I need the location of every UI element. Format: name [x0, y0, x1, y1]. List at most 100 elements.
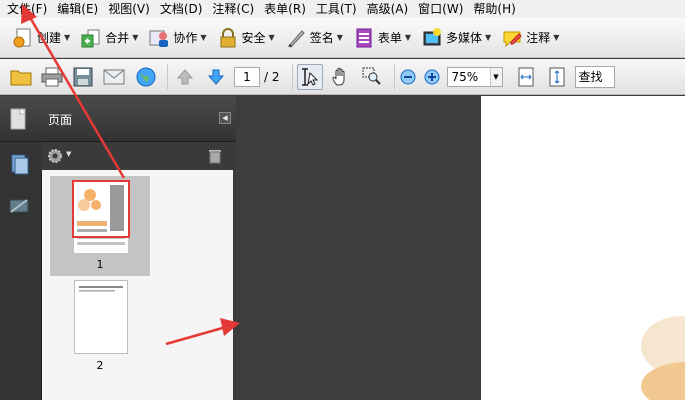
- collaborate-button[interactable]: 协作 ▼: [144, 23, 210, 53]
- combine-icon: [80, 27, 102, 49]
- menu-file[interactable]: 文件(F): [4, 1, 50, 17]
- email-button[interactable]: [101, 64, 127, 90]
- text-cursor-icon: [301, 67, 318, 86]
- navigation-strip: [0, 142, 41, 400]
- fit-page-button[interactable]: [544, 64, 570, 90]
- menu-edit[interactable]: 编辑(E): [54, 1, 101, 17]
- chevron-down-icon: ▼: [132, 33, 139, 42]
- zoom-select[interactable]: 75% ▼: [446, 66, 503, 87]
- zoom-out-button[interactable]: [399, 64, 417, 90]
- chevron-down-icon[interactable]: ▼: [489, 67, 502, 86]
- menu-tools[interactable]: 工具(T): [313, 1, 360, 17]
- combine-button[interactable]: 合并 ▼: [76, 23, 142, 53]
- combine-label: 合并: [105, 31, 130, 45]
- find-input[interactable]: 查找: [574, 65, 615, 88]
- chevron-down-icon: ▼: [485, 33, 492, 42]
- secure-label: 安全: [241, 31, 266, 45]
- hand-tool-button[interactable]: [328, 64, 354, 90]
- fit-page-icon: [549, 67, 564, 86]
- toolbar-divider: [167, 63, 168, 90]
- menu-forms[interactable]: 表单(R): [261, 1, 309, 17]
- tasks-toolbar: 创建 ▼ 合并 ▼ 协作 ▼ 安全 ▼ 签名 ▼ 表单 ▼ 多媒体 ▼ 注释 ▼: [0, 18, 685, 58]
- chevron-down-icon: ▼: [404, 33, 412, 42]
- comment-button[interactable]: 注释 ▼: [497, 23, 563, 53]
- lock-icon: [217, 27, 239, 49]
- previous-page-button[interactable]: [172, 64, 198, 90]
- menu-view[interactable]: 视图(V): [105, 1, 153, 17]
- toolbar-divider: [393, 63, 395, 90]
- next-page-button[interactable]: [203, 64, 229, 90]
- menu-bar: 文件(F) 编辑(E) 视图(V) 文档(D) 注释(C) 表单(R) 工具(T…: [0, 0, 685, 18]
- fit-width-button[interactable]: [513, 64, 539, 90]
- gear-icon[interactable]: [47, 148, 63, 164]
- fit-width-icon: [518, 67, 533, 86]
- thumbnail-1-label: 1: [96, 258, 104, 271]
- print-button[interactable]: [39, 64, 65, 90]
- floppy-disk-icon: [73, 67, 93, 86]
- page-image: [641, 316, 685, 400]
- multimedia-label: 多媒体: [446, 31, 483, 45]
- menu-document[interactable]: 文档(D): [157, 1, 206, 17]
- create-label: 创建: [37, 31, 62, 45]
- multimedia-button[interactable]: 多媒体 ▼: [417, 23, 495, 53]
- open-button[interactable]: [8, 64, 34, 90]
- zoom-marquee-icon: [362, 67, 381, 85]
- chevron-down-icon: ▼: [553, 33, 560, 42]
- pages-panel-title: 页面: [48, 113, 73, 127]
- pages-nav-icon[interactable]: [7, 152, 31, 176]
- menu-advanced[interactable]: 高级(A): [364, 1, 412, 17]
- comment-label: 注释: [526, 31, 551, 45]
- chevron-down-icon: ▼: [336, 33, 343, 42]
- film-icon: [421, 27, 443, 49]
- forms-label: 表单: [377, 31, 402, 45]
- collaborate-icon: [148, 27, 170, 49]
- marquee-zoom-button[interactable]: [359, 64, 385, 90]
- printer-icon: [41, 67, 63, 86]
- page-count: / 2: [264, 69, 280, 84]
- arrow-up-icon: [176, 68, 194, 84]
- signatures-nav-icon[interactable]: [7, 194, 31, 218]
- menu-window[interactable]: 窗口(W): [415, 1, 466, 17]
- thumbnail-1-preview: [74, 181, 128, 253]
- create-pdf-icon: [12, 27, 34, 49]
- zoom-in-button[interactable]: [423, 64, 441, 90]
- forms-icon: [353, 27, 375, 49]
- page-number-input[interactable]: 1: [234, 66, 260, 87]
- hand-icon: [331, 67, 344, 85]
- select-tool-button[interactable]: [296, 63, 323, 90]
- page-thumbnail-1[interactable]: [74, 181, 128, 253]
- envelope-icon: [103, 69, 125, 84]
- toolbar-divider: [291, 63, 293, 90]
- create-button[interactable]: 创建 ▼: [8, 23, 74, 53]
- collaborate-label: 协作: [173, 31, 198, 45]
- pages-panel-header: 页面 ◀: [0, 96, 236, 142]
- menu-help[interactable]: 帮助(H): [470, 1, 518, 17]
- save-button[interactable]: [70, 64, 96, 90]
- web-button[interactable]: [132, 64, 158, 90]
- page-thumbnail-2[interactable]: [74, 280, 128, 354]
- pages-panel: 页面 ◀ ▼ 1 2: [0, 96, 236, 400]
- secure-button[interactable]: 安全 ▼: [213, 23, 279, 53]
- chevron-down-icon: ▼: [200, 33, 207, 42]
- sign-button[interactable]: 签名 ▼: [281, 23, 347, 53]
- thumbnail-2-preview: [79, 286, 123, 292]
- sign-label: 签名: [309, 31, 334, 45]
- chevron-down-icon: ▼: [268, 33, 275, 42]
- menu-comments[interactable]: 注释(C): [209, 1, 257, 17]
- comment-icon: [501, 27, 523, 49]
- globe-icon: [136, 67, 156, 86]
- forms-button[interactable]: 表单 ▼: [349, 23, 415, 53]
- page-thumbnails: 1 2: [41, 170, 233, 400]
- zoom-value: 75%: [451, 69, 479, 84]
- folder-icon: [10, 70, 32, 85]
- navigation-toolbar: 1 / 2 75% ▼ 查找: [0, 59, 685, 95]
- arrow-down-icon: [207, 69, 225, 85]
- chevron-down-icon[interactable]: ▼: [66, 150, 71, 158]
- trash-icon[interactable]: [208, 148, 222, 164]
- pages-panel-toolbar: ▼: [41, 142, 236, 170]
- chevron-down-icon: ▼: [64, 33, 71, 42]
- document-page: [481, 96, 685, 400]
- minus-icon: [400, 69, 415, 84]
- pen-icon: [285, 27, 307, 49]
- collapse-panel-button[interactable]: ◀: [219, 112, 231, 124]
